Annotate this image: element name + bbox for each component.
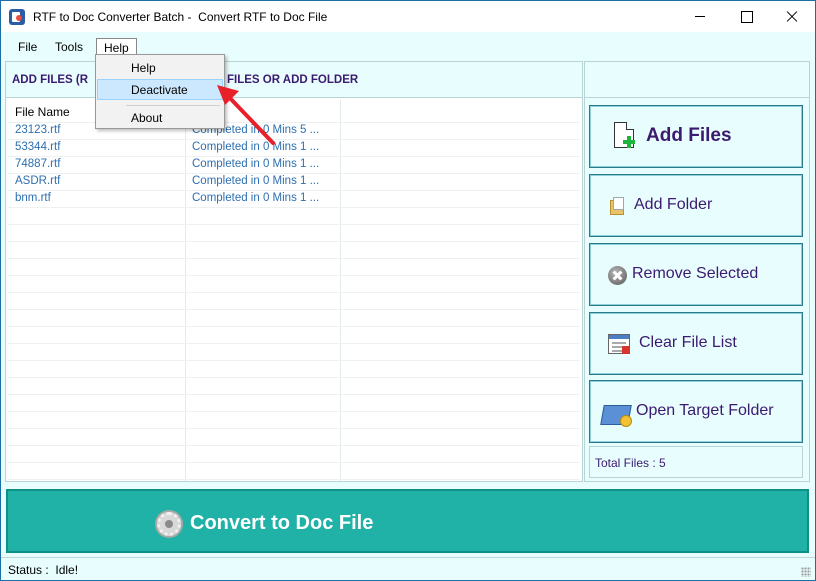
menu-item-help[interactable]: Help: [97, 57, 223, 78]
file-status-cell: Completed in 0 Mins 1 ...: [192, 192, 320, 204]
minimize-button[interactable]: [677, 1, 723, 32]
remove-selected-button[interactable]: Remove Selected: [589, 243, 803, 306]
table-row[interactable]: 23123.rtf Completed in 0 Mins 5 ...: [8, 123, 580, 140]
menu-file[interactable]: File: [11, 38, 44, 57]
row-divider: [8, 122, 580, 123]
table-row[interactable]: 53344.rtf Completed in 0 Mins 1 ...: [8, 140, 580, 157]
file-status-cell: Completed in 0 Mins 1 ...: [192, 175, 320, 187]
app-window: RTF to Doc Converter Batch - Convert RTF…: [0, 0, 816, 581]
title-bar: RTF to Doc Converter Batch - Convert RTF…: [1, 1, 815, 32]
folder-icon: [610, 197, 624, 215]
close-button[interactable]: [769, 1, 815, 32]
row-divider: [8, 411, 580, 412]
file-name-cell: bnm.rtf: [15, 192, 51, 204]
row-divider: [8, 258, 580, 259]
remove-icon: [608, 266, 627, 285]
gear-icon: [157, 512, 181, 536]
row-divider: [8, 462, 580, 463]
file-list-header-prefix: ADD FILES (R: [12, 74, 89, 86]
resize-grip[interactable]: [801, 567, 811, 577]
window-title: RTF to Doc Converter Batch - Convert RTF…: [33, 10, 328, 24]
row-divider: [8, 445, 580, 446]
convert-button[interactable]: Convert to Doc File: [6, 489, 809, 553]
annotation-arrow-icon: [217, 85, 275, 145]
add-files-label: Add Files: [646, 125, 732, 146]
convert-label: Convert to Doc File: [190, 512, 374, 534]
row-divider: [8, 309, 580, 310]
column-header-file-name[interactable]: File Name: [15, 105, 70, 119]
file-name-cell: 74887.rtf: [15, 158, 61, 170]
add-folder-label: Add Folder: [634, 196, 713, 213]
plus-icon: [623, 136, 635, 148]
row-divider: [8, 360, 580, 361]
menu-separator: [126, 105, 220, 106]
file-status-cell: Completed in 0 Mins 1 ...: [192, 158, 320, 170]
total-files-count: Total Files : 5: [595, 456, 666, 470]
open-folder-icon: [602, 399, 632, 427]
row-divider: [8, 479, 580, 480]
menu-item-deactivate-label: Deactivate: [131, 83, 188, 97]
table-row[interactable]: bnm.rtf Completed in 0 Mins 1 ...: [8, 191, 580, 208]
row-divider: [8, 377, 580, 378]
clear-x-icon: [622, 346, 630, 354]
app-icon: [9, 9, 25, 25]
menu-item-about[interactable]: About: [97, 107, 223, 128]
status-bar: Status : Idle!: [1, 557, 815, 580]
clear-file-list-label: Clear File List: [639, 334, 737, 351]
row-divider: [8, 241, 580, 242]
actions-header: [585, 62, 809, 98]
status-text: Status : Idle!: [8, 563, 79, 577]
file-table[interactable]: File Name 23123.rtf Completed in 0 Mins 5…: [8, 100, 580, 481]
add-folder-button[interactable]: Add Folder: [589, 174, 803, 237]
row-divider: [8, 326, 580, 327]
row-divider: [8, 156, 580, 157]
row-divider: [8, 394, 580, 395]
open-target-folder-label: Open Target Folder: [636, 402, 774, 419]
row-divider: [8, 343, 580, 344]
menu-item-help-label: Help: [131, 61, 156, 75]
row-divider: [8, 139, 580, 140]
table-row[interactable]: ASDR.rtf Completed in 0 Mins 1 ...: [8, 174, 580, 191]
total-files-box: Total Files : 5: [589, 446, 803, 478]
row-divider: [8, 428, 580, 429]
add-files-button[interactable]: Add Files: [589, 105, 803, 168]
clear-file-list-button[interactable]: Clear File List: [589, 312, 803, 375]
menu-item-about-label: About: [131, 111, 163, 125]
row-divider: [8, 207, 580, 208]
row-divider: [8, 224, 580, 225]
row-divider: [8, 275, 580, 276]
file-name-cell: 53344.rtf: [15, 141, 61, 153]
row-divider: [8, 173, 580, 174]
row-divider: [8, 190, 580, 191]
remove-selected-label: Remove Selected: [632, 265, 759, 282]
row-divider: [8, 292, 580, 293]
actions-panel: Add Files Add Folder Remove Selected Cle…: [584, 61, 810, 482]
file-name-cell: ASDR.rtf: [15, 175, 61, 187]
table-row[interactable]: 74887.rtf Completed in 0 Mins 1 ...: [8, 157, 580, 174]
file-list-header: ADD FILES (R FILES OR ADD FOLDER: [6, 62, 582, 98]
file-name-cell: 23123.rtf: [15, 124, 61, 136]
menu-tools[interactable]: Tools: [48, 38, 90, 57]
maximize-button[interactable]: [723, 1, 769, 32]
menu-item-deactivate[interactable]: Deactivate: [97, 79, 223, 100]
file-list-panel: ADD FILES (R FILES OR ADD FOLDER File Na…: [5, 61, 583, 482]
help-menu-dropdown: Help Deactivate About: [95, 54, 225, 129]
open-target-folder-button[interactable]: Open Target Folder: [589, 380, 803, 443]
